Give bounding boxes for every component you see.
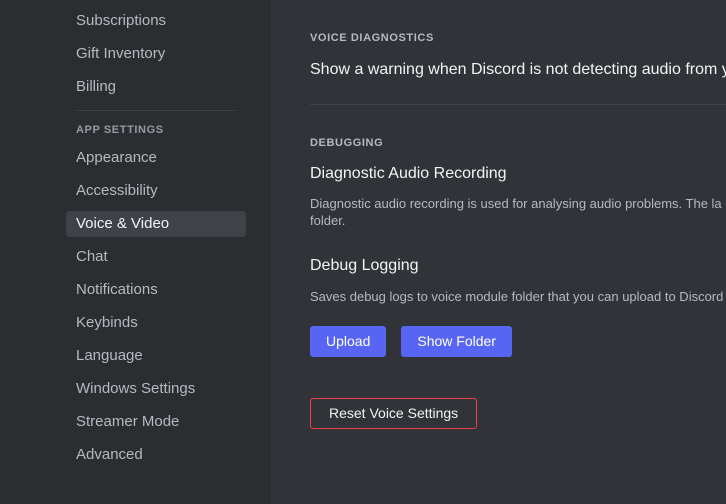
sidebar-item-windows-settings[interactable]: Windows Settings [66, 376, 246, 402]
sidebar-item-label: Streamer Mode [76, 413, 180, 430]
reset-voice-settings-button[interactable]: Reset Voice Settings [310, 398, 478, 429]
sidebar-item-label: Subscriptions [76, 12, 167, 29]
settings-content-voice-and-video: VOICE DIAGNOSTICS Show a warning when Di… [271, 0, 726, 504]
debug-logging-button-row: Upload Show Folder [310, 326, 726, 357]
debug-logging-description: Saves debug logs to voice module folder … [310, 289, 724, 304]
section-header-voice-diagnostics: VOICE DIAGNOSTICS [310, 32, 434, 44]
sidebar-item-accessibility[interactable]: Accessibility [66, 178, 246, 204]
sidebar-item-streamer-mode[interactable]: Streamer Mode [66, 409, 246, 435]
sidebar-item-label: Language [76, 347, 143, 364]
audio-warning-label: Show a warning when Discord is not detec… [310, 61, 726, 78]
sidebar-item-appearance[interactable]: Appearance [66, 145, 246, 171]
sidebar-item-label: Advanced [76, 446, 143, 463]
sidebar-divider [76, 110, 236, 111]
sidebar-item-label: Voice & Video [76, 215, 170, 232]
sidebar-item-label: Accessibility [76, 182, 158, 199]
diagnostic-audio-recording-title: Diagnostic Audio Recording [310, 165, 507, 182]
sidebar-inner: Subscriptions Gift Inventory Billing APP… [0, 0, 271, 468]
sidebar-item-gift-inventory[interactable]: Gift Inventory [66, 41, 246, 67]
sidebar-item-label: Gift Inventory [76, 45, 166, 62]
sidebar-item-label: Appearance [76, 149, 157, 166]
content-inner: VOICE DIAGNOSTICS Show a warning when Di… [271, 0, 726, 429]
show-folder-button[interactable]: Show Folder [401, 326, 512, 357]
sidebar-item-keybinds[interactable]: Keybinds [66, 310, 246, 336]
settings-sidebar: Subscriptions Gift Inventory Billing APP… [0, 0, 271, 504]
upload-button[interactable]: Upload [310, 326, 387, 357]
sidebar-item-chat[interactable]: Chat [66, 244, 246, 270]
sidebar-item-label: Keybinds [76, 314, 138, 331]
debug-logging-title: Debug Logging [310, 257, 419, 274]
sidebar-item-billing[interactable]: Billing [66, 74, 246, 100]
sidebar-item-notifications[interactable]: Notifications [66, 277, 246, 303]
discord-settings-window: Subscriptions Gift Inventory Billing APP… [0, 0, 726, 504]
sidebar-item-subscriptions[interactable]: Subscriptions [66, 8, 246, 34]
sidebar-item-language[interactable]: Language [66, 343, 246, 369]
sidebar-item-label: Windows Settings [76, 380, 196, 397]
sidebar-item-label: Chat [76, 248, 108, 265]
sidebar-item-label: Billing [76, 78, 117, 95]
sidebar-group-header-app-settings: APP SETTINGS [76, 124, 164, 136]
section-header-debugging: DEBUGGING [310, 137, 384, 149]
sidebar-item-voice-and-video[interactable]: Voice & Video [66, 211, 246, 237]
sidebar-item-advanced[interactable]: Advanced [66, 442, 246, 468]
diagnostic-audio-recording-description: Diagnostic audio recording is used for a… [310, 196, 726, 228]
sidebar-item-label: Notifications [76, 281, 158, 298]
